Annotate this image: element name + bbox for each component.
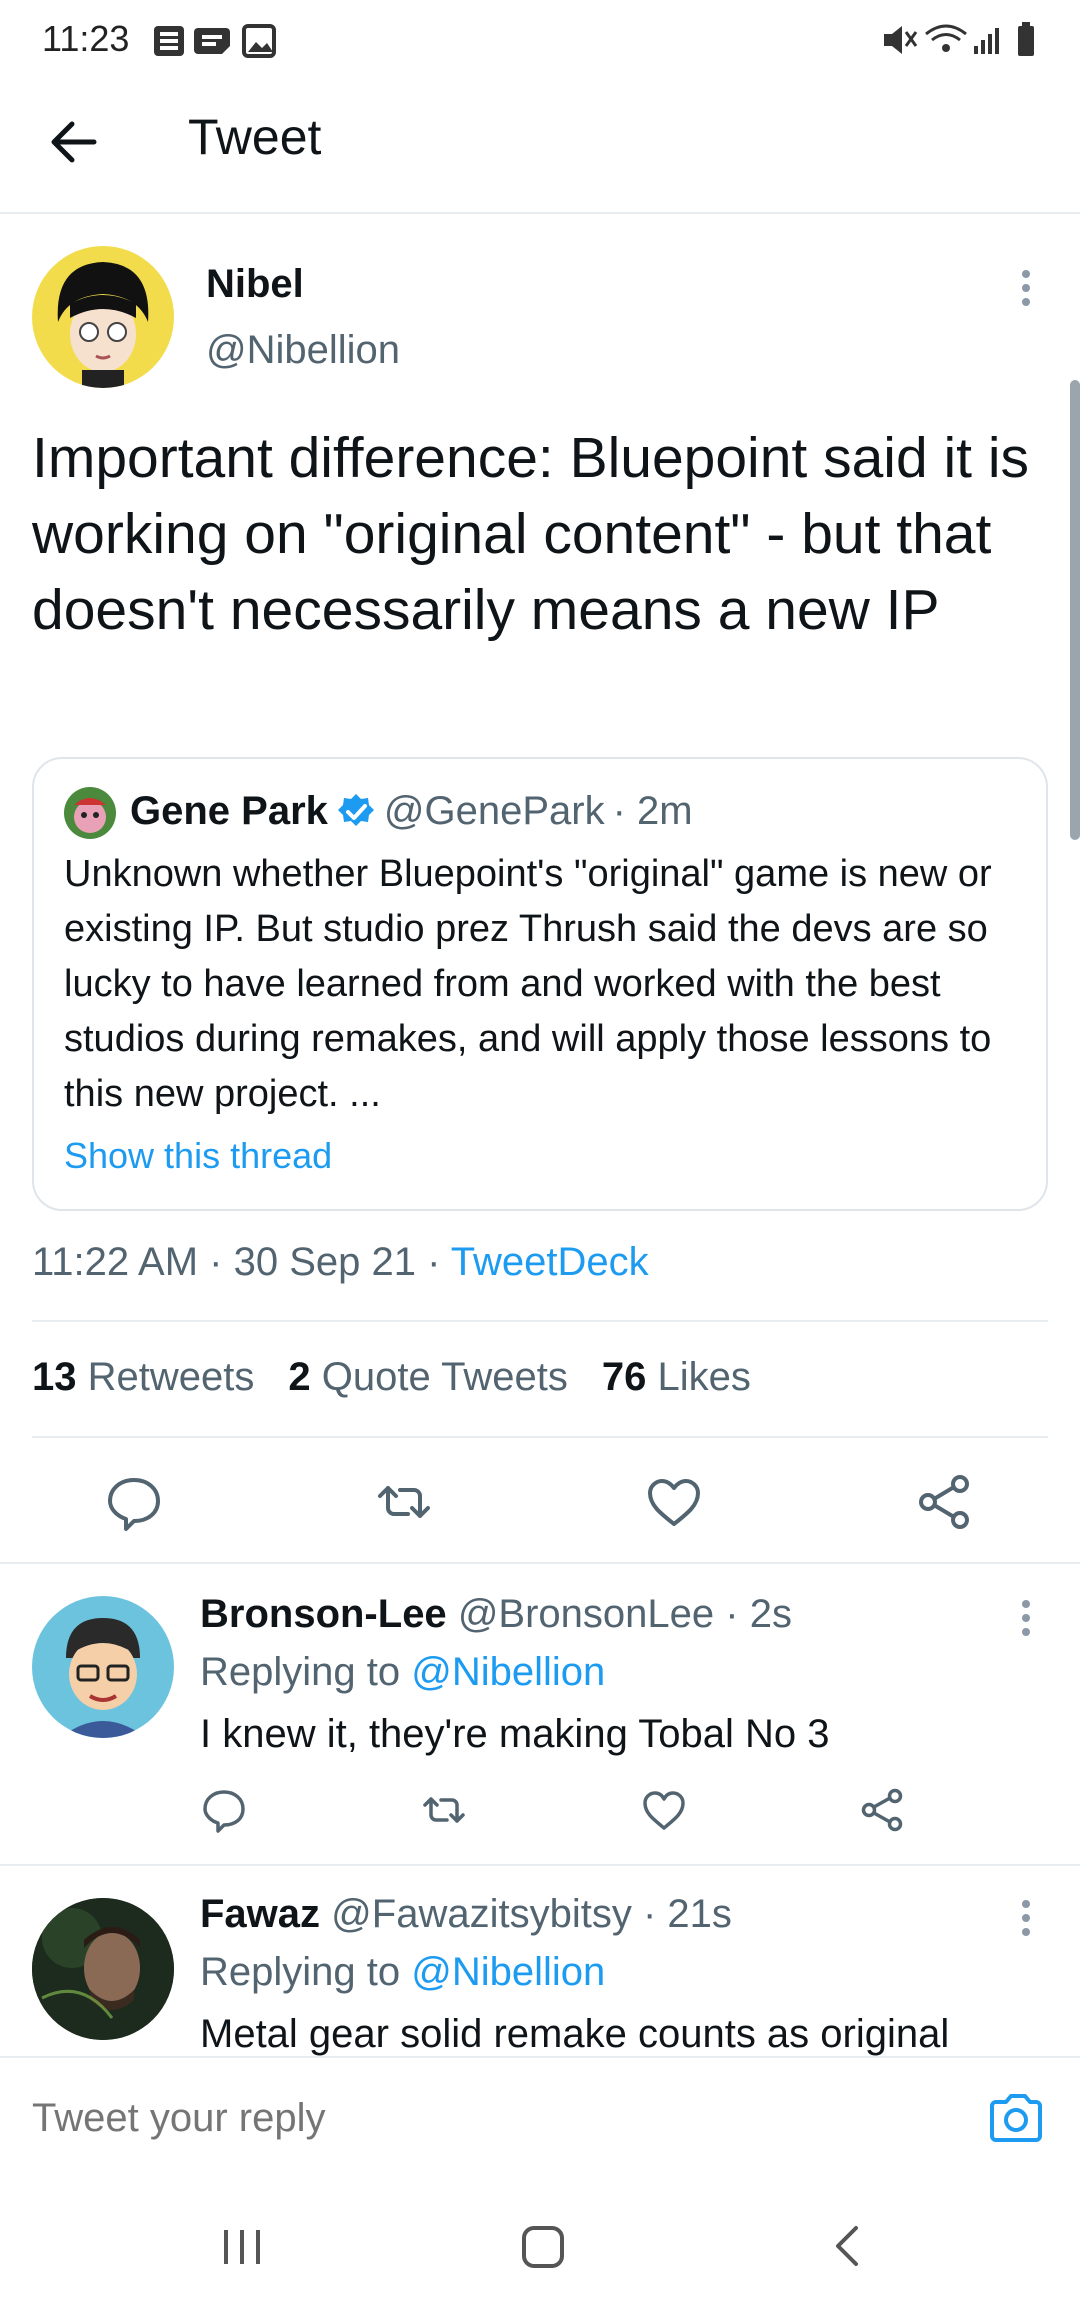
reply-avatar[interactable] (32, 1898, 174, 2040)
retweet-icon (378, 1486, 430, 1518)
author-handle[interactable]: @Nibellion (206, 328, 400, 373)
system-nav-bar (0, 2176, 1080, 2316)
tweet-timestamp: 11:22 AM · 30 Sep 21 · (32, 1240, 451, 1284)
actions-divider (0, 1562, 1080, 1564)
reply-header: Bronson-Lee @BronsonLee · 2s (200, 1592, 792, 1637)
reply-avatar-photo (32, 1898, 174, 2040)
camera-icon (990, 2094, 1042, 2142)
reply-reply-button[interactable] (200, 1786, 248, 1834)
replying-to: Replying to @Nibellion (200, 1950, 606, 1994)
reply-time: · 21s (642, 1892, 732, 1936)
tweet-more-button[interactable] (1010, 266, 1042, 314)
author-avatar[interactable] (32, 246, 174, 388)
back-arrow-icon (51, 121, 97, 163)
reply-avatar-illustration (60, 1618, 146, 1738)
retweet-button[interactable] (374, 1472, 434, 1532)
quote-header: Gene Park @GenePark · 2m (130, 789, 693, 834)
avatar-illustration (57, 262, 149, 388)
replying-to: Replying to @Nibellion (200, 1650, 606, 1694)
reply-divider (0, 1864, 1080, 1866)
quote-avatar-illustration (74, 798, 106, 833)
reply-author-name[interactable]: Bronson-Lee (200, 1592, 447, 1636)
show-thread-link[interactable]: Show this thread (64, 1135, 332, 1177)
header-divider (0, 212, 1080, 214)
home-icon (522, 2226, 564, 2268)
reply-icon (203, 1790, 245, 1833)
system-status-icons (884, 22, 1034, 56)
back-button[interactable] (44, 112, 104, 172)
home-button[interactable] (514, 2216, 574, 2276)
replying-to-link[interactable]: @Nibellion (411, 1650, 605, 1694)
tweet-text: Important difference: Bluepoint said it … (32, 426, 1029, 642)
tweet-source-link[interactable]: TweetDeck (451, 1240, 649, 1284)
reply-avatar[interactable] (32, 1596, 174, 1738)
status-time: 11:23 (42, 18, 130, 59)
notification-icons (154, 24, 276, 58)
recent-apps-icon (224, 2230, 260, 2264)
like-button[interactable] (644, 1472, 704, 1532)
reply-header: Fawaz @Fawazitsybitsy · 21s (200, 1892, 732, 1937)
more-vertical-icon (1022, 270, 1030, 306)
quote-author-name[interactable]: Gene Park (130, 789, 328, 834)
reply-like-button[interactable] (640, 1786, 688, 1834)
reply-composer (0, 2056, 1080, 2176)
quote-tweets-stat[interactable]: 2 Quote Tweets (288, 1355, 567, 1400)
verified-badge-icon (337, 793, 374, 826)
chevron-left-icon (836, 2226, 858, 2266)
quote-author-avatar[interactable] (64, 787, 116, 839)
reply-author-handle[interactable]: @BronsonLee (458, 1592, 714, 1636)
share-icon (919, 1475, 969, 1529)
quoted-tweet-card[interactable]: Gene Park @GenePark · 2m Unknown whether… (32, 757, 1048, 1211)
status-bar: 11:23 (0, 0, 1080, 80)
more-vertical-icon (1022, 1900, 1030, 1936)
reply-text: Metal gear solid remake counts as origin… (200, 2012, 950, 2056)
replying-to-link[interactable]: @Nibellion (411, 1950, 605, 1994)
share-button[interactable] (914, 1472, 974, 1532)
reply-input[interactable] (32, 2086, 952, 2150)
meta-divider (32, 1320, 1048, 1322)
tweet-meta: 11:22 AM · 30 Sep 21 · TweetDeck (32, 1240, 649, 1285)
tweet-stats: 13 Retweets 2 Quote Tweets 76 Likes (32, 1355, 751, 1400)
camera-button[interactable] (986, 2088, 1046, 2148)
quote-text: Unknown whether Bluepoint's "original" g… (64, 853, 992, 1115)
retweets-stat[interactable]: 13 Retweets (32, 1355, 254, 1400)
author-name[interactable]: Nibel (206, 262, 304, 307)
recent-apps-button[interactable] (212, 2216, 272, 2276)
stats-divider (32, 1436, 1048, 1438)
quote-author-handle[interactable]: @GenePark (384, 789, 605, 834)
system-back-button[interactable] (818, 2216, 878, 2276)
retweet-icon (423, 1797, 465, 1823)
heart-icon (643, 1791, 685, 1830)
reply-share-button[interactable] (858, 1786, 906, 1834)
reply-retweet-button[interactable] (420, 1786, 468, 1834)
heart-icon (648, 1479, 700, 1526)
reply-more-button[interactable] (1010, 1596, 1042, 1644)
quote-time: · 2m (612, 789, 693, 833)
likes-stat[interactable]: 76 Likes (602, 1355, 751, 1400)
reply-text: I knew it, they're making Tobal No 3 (200, 1712, 830, 1756)
share-icon (861, 1788, 903, 1832)
scrollbar[interactable] (1070, 380, 1080, 840)
reply-button[interactable] (104, 1472, 164, 1532)
reply-more-button[interactable] (1010, 1896, 1042, 1944)
reply-time: · 2s (725, 1592, 792, 1636)
more-vertical-icon (1022, 1600, 1030, 1636)
reply-author-name[interactable]: Fawaz (200, 1892, 320, 1936)
reply-author-handle[interactable]: @Fawazitsybitsy (331, 1892, 632, 1936)
reply-icon (108, 1478, 160, 1531)
page-title: Tweet (188, 109, 322, 165)
